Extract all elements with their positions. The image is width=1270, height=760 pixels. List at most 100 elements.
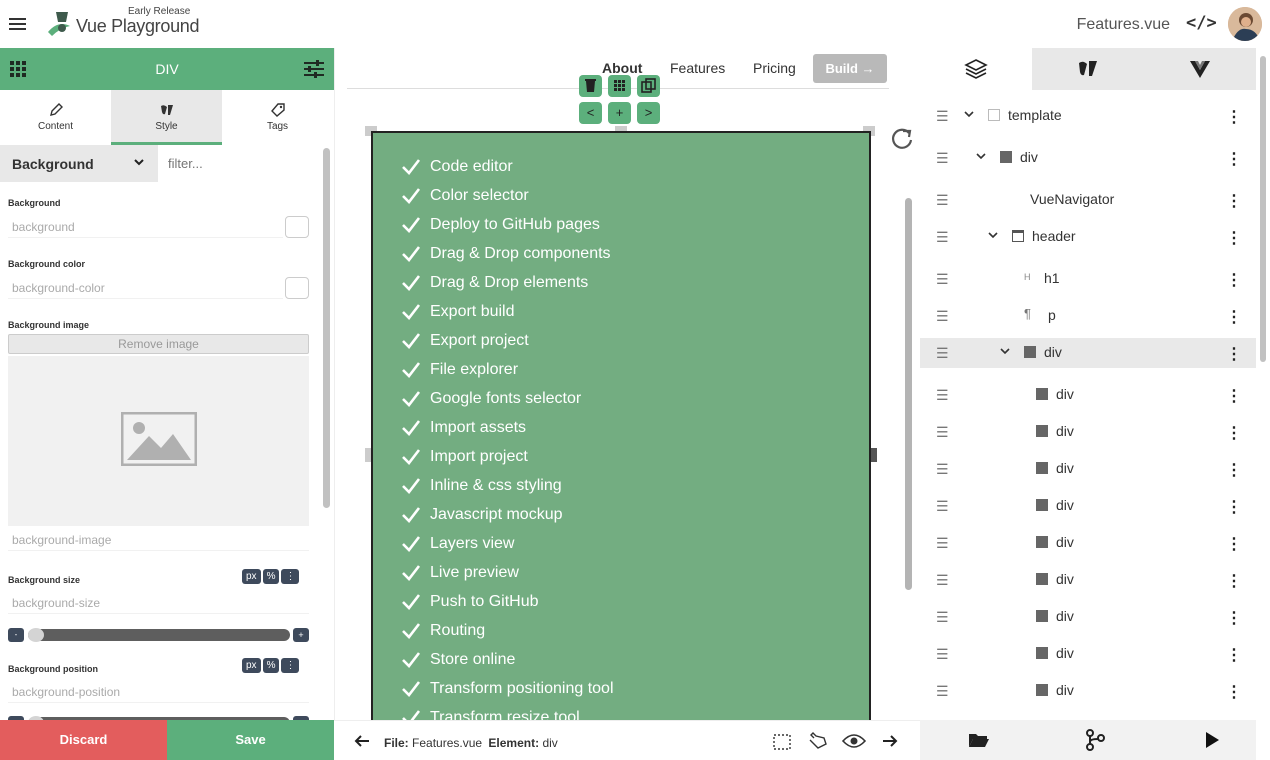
slider-decrement-button[interactable]: - [8, 628, 24, 642]
layer-row[interactable]: ☰ ¶ p ⋮ [920, 301, 1256, 331]
drag-handle-icon[interactable]: ☰ [936, 308, 949, 325]
background-input[interactable]: background [8, 216, 283, 238]
layer-row[interactable]: ☰ div ⋮ [920, 380, 1256, 410]
save-button[interactable]: Save [167, 720, 334, 760]
features-container[interactable]: Code editor Color selector Deploy to GitHu… [371, 131, 871, 720]
drag-handle-icon[interactable]: ☰ [936, 609, 949, 626]
nav-link-features[interactable]: Features [670, 60, 725, 76]
build-button[interactable]: Build → [813, 54, 887, 83]
layer-row[interactable]: ☰ div ⋮ [920, 565, 1256, 595]
background-position-input[interactable]: background-position [8, 681, 309, 703]
chevron-down-icon[interactable] [988, 228, 998, 242]
tab-vue[interactable] [1144, 48, 1256, 90]
tab-styles[interactable] [1032, 48, 1144, 90]
more-options-icon[interactable]: ⋮ [1226, 307, 1242, 327]
properties-scrollbar[interactable] [323, 148, 330, 508]
move-right-button[interactable]: > [637, 102, 660, 124]
drag-handle-icon[interactable]: ☰ [936, 424, 949, 441]
background-size-slider[interactable]: - + [8, 628, 309, 642]
more-options-icon[interactable]: ⋮ [1226, 344, 1242, 364]
background-color-swatch[interactable] [285, 216, 309, 238]
more-options-icon[interactable]: ⋮ [1226, 228, 1242, 248]
grid-element-button[interactable] [608, 75, 631, 97]
drag-handle-icon[interactable]: ☰ [936, 535, 949, 552]
unit-percent-button[interactable]: % [262, 658, 280, 673]
drag-handle-icon[interactable]: ☰ [936, 192, 949, 209]
tune-settings-icon[interactable] [304, 60, 324, 78]
layer-row[interactable]: ☰ div ⋮ [920, 491, 1256, 521]
layer-row[interactable]: ☰ div ⋮ [920, 528, 1256, 558]
image-preview[interactable] [8, 356, 309, 526]
background-color-picker[interactable] [285, 277, 309, 299]
duplicate-element-button[interactable] [637, 75, 660, 97]
drag-handle-icon[interactable]: ☰ [936, 572, 949, 589]
more-options-icon[interactable]: ⋮ [1226, 534, 1242, 554]
layer-row[interactable]: ☰ div ⋮ [920, 602, 1256, 632]
tab-tags[interactable]: Tags [222, 90, 333, 145]
hamburger-menu-icon[interactable] [8, 14, 28, 34]
drag-handle-icon[interactable]: ☰ [936, 345, 949, 362]
chevron-down-icon[interactable] [1000, 344, 1010, 358]
more-options-icon[interactable]: ⋮ [1226, 149, 1242, 169]
more-options-icon[interactable]: ⋮ [1226, 191, 1242, 211]
more-options-icon[interactable]: ⋮ [1226, 107, 1242, 127]
design-canvas[interactable]: About Features Pricing Build → < + > Cod… [334, 48, 920, 720]
filter-input[interactable] [158, 145, 320, 182]
drag-handle-icon[interactable]: ☰ [936, 683, 949, 700]
more-options-button[interactable]: ⋮ [281, 658, 300, 673]
add-element-button[interactable]: + [608, 102, 631, 124]
remove-image-button[interactable]: Remove image [8, 334, 309, 354]
slider-track[interactable] [28, 629, 290, 641]
back-arrow-icon[interactable] [354, 734, 370, 748]
layer-row[interactable]: ☰ div ⋮ [920, 417, 1256, 447]
slider-handle[interactable] [28, 628, 44, 642]
more-options-icon[interactable]: ⋮ [1226, 460, 1242, 480]
layer-row[interactable]: ☰ template ⋮ [920, 101, 1256, 131]
drag-handle-icon[interactable]: ☰ [936, 108, 949, 125]
drag-handle-icon[interactable]: ☰ [936, 387, 949, 404]
unit-px-button[interactable]: px [242, 569, 261, 584]
more-options-icon[interactable]: ⋮ [1226, 682, 1242, 702]
layer-row[interactable]: ☰ div ⋮ [920, 454, 1256, 484]
more-options-icon[interactable]: ⋮ [1226, 270, 1242, 290]
drag-handle-icon[interactable]: ☰ [936, 461, 949, 478]
tab-layers[interactable] [920, 48, 1032, 90]
tab-content[interactable]: Content [0, 90, 111, 145]
more-options-icon[interactable]: ⋮ [1226, 423, 1242, 443]
layer-row[interactable]: ☰ VueNavigator ⋮ [920, 185, 1256, 215]
more-options-icon[interactable]: ⋮ [1226, 386, 1242, 406]
layer-row[interactable]: ☰ div ⋮ [920, 143, 1256, 173]
layer-row[interactable]: ☰ header ⋮ [920, 222, 1256, 252]
hand-pointer-icon[interactable] [806, 732, 830, 752]
code-view-button[interactable]: </> [1186, 13, 1217, 35]
background-image-input[interactable]: background-image [8, 529, 309, 551]
layer-row[interactable]: ☰ Hh1 ⋮ [920, 264, 1256, 294]
select-area-icon[interactable] [772, 733, 792, 751]
nav-link-pricing[interactable]: Pricing [753, 60, 796, 76]
background-size-input[interactable]: background-size [8, 592, 309, 614]
layer-row[interactable]: ☰ div ⋮ [920, 639, 1256, 669]
drag-handle-icon[interactable]: ☰ [936, 150, 949, 167]
drag-handle-icon[interactable]: ☰ [936, 646, 949, 663]
canvas-scrollbar[interactable] [905, 198, 912, 590]
more-options-button[interactable]: ⋮ [281, 569, 300, 584]
more-options-icon[interactable]: ⋮ [1226, 608, 1242, 628]
drag-handle-icon[interactable]: ☰ [936, 498, 949, 515]
chevron-down-icon[interactable] [964, 107, 974, 121]
layer-row[interactable]: ☰ div ⋮ [920, 338, 1256, 368]
delete-element-button[interactable] [579, 75, 602, 97]
more-options-icon[interactable]: ⋮ [1226, 571, 1242, 591]
layers-scrollbar[interactable] [1260, 56, 1266, 362]
section-select[interactable]: Background [0, 145, 158, 182]
unit-percent-button[interactable]: % [262, 569, 280, 584]
preview-eye-icon[interactable] [842, 733, 866, 749]
user-avatar[interactable] [1228, 7, 1262, 41]
unit-px-button[interactable]: px [242, 658, 261, 673]
discard-button[interactable]: Discard [0, 720, 167, 760]
more-options-icon[interactable]: ⋮ [1226, 497, 1242, 517]
tab-style[interactable]: Style [111, 90, 222, 145]
folder-open-icon[interactable] [968, 731, 990, 749]
more-options-icon[interactable]: ⋮ [1226, 645, 1242, 665]
rotate-icon[interactable] [889, 126, 915, 152]
drag-handle-icon[interactable]: ☰ [936, 229, 949, 246]
